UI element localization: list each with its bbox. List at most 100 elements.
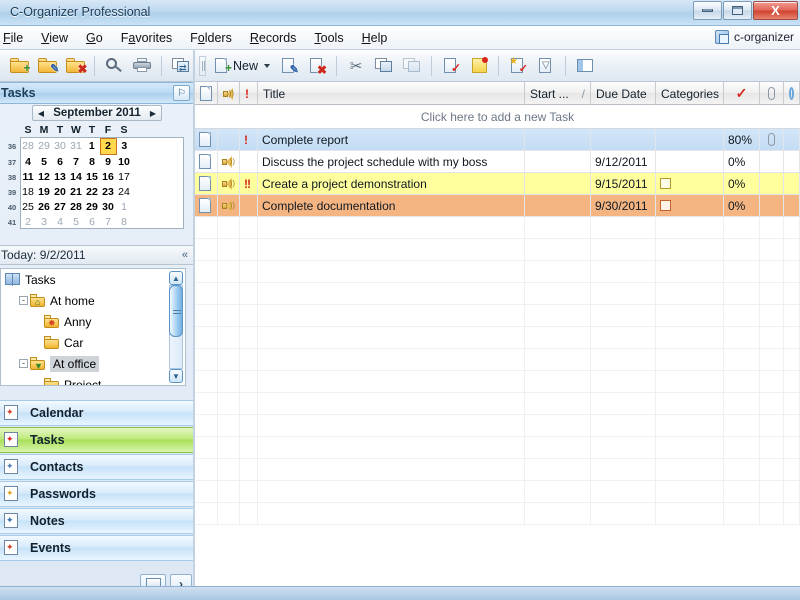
task-cell-start[interactable] (525, 129, 591, 150)
menu-favorites[interactable]: Favorites (112, 28, 181, 48)
sticky-note-button[interactable] (466, 54, 492, 78)
task-cell-doc[interactable] (195, 151, 218, 172)
calendar-day[interactable]: 7 (68, 155, 84, 171)
calendar-day[interactable]: 22 (84, 185, 100, 200)
task-cell-alarm[interactable]: )) (218, 195, 240, 216)
task-cell-due[interactable] (591, 129, 656, 150)
delete-folder-button[interactable]: ✖ (62, 54, 88, 78)
column-header-start[interactable]: Start ... / (525, 82, 591, 105)
empty-row[interactable] (195, 459, 800, 481)
tree-item-project[interactable]: Project (1, 374, 185, 385)
edit-record-button[interactable]: ✎ (276, 54, 302, 78)
copy-button[interactable] (371, 54, 397, 78)
task-cell-categories[interactable] (656, 129, 724, 150)
calendar-day[interactable]: 3 (36, 215, 52, 230)
task-cell-priority[interactable]: ! (240, 129, 258, 150)
task-cell-due[interactable]: 9/12/2011 (591, 151, 656, 172)
task-row[interactable]: )) Complete documentation 9/30/2011 0% (195, 195, 800, 217)
paste-button[interactable] (399, 54, 425, 78)
task-cell-extra[interactable] (784, 173, 800, 194)
scroll-up-button[interactable]: ▲ (169, 271, 183, 285)
column-header-categories[interactable]: Categories (656, 82, 724, 105)
scroll-down-button[interactable]: ▼ (169, 369, 183, 383)
menu-tools[interactable]: Tools (305, 28, 352, 48)
calendar-prev-button[interactable]: ◀ (36, 108, 46, 119)
column-header-due[interactable]: Due Date (591, 82, 656, 105)
calendar-day[interactable]: 28 (20, 139, 36, 155)
calendar-day[interactable]: 17 (116, 170, 132, 185)
calendar-day[interactable]: 5 (36, 155, 52, 171)
calendar-day[interactable]: 26 (36, 200, 52, 215)
task-cell-extra[interactable] (784, 151, 800, 172)
calendar-day[interactable]: 19 (36, 185, 52, 200)
menu-file[interactable]: File (0, 28, 32, 48)
add-new-task-row[interactable]: Click here to add a new Task (195, 105, 800, 129)
task-cell-priority[interactable]: !! (240, 173, 258, 194)
calendar-day[interactable]: 8 (84, 155, 100, 171)
nav-item-passwords[interactable]: ✦ Passwords (0, 481, 195, 507)
menu-view[interactable]: View (32, 28, 77, 48)
calendar-day[interactable]: 15 (84, 170, 100, 185)
calendar-day[interactable]: 16 (100, 170, 116, 185)
calendar-day[interactable]: 8 (116, 215, 132, 230)
close-button[interactable]: X (753, 1, 798, 20)
calendar-next-button[interactable]: ▶ (148, 108, 158, 119)
column-header-attach[interactable] (760, 82, 784, 105)
tree-scrollbar[interactable]: ▲ ▼ (169, 271, 183, 383)
task-cell-doc[interactable] (195, 195, 218, 216)
calendar-day[interactable]: 30 (100, 200, 116, 215)
task-cell-priority[interactable] (240, 151, 258, 172)
calendar-day[interactable]: 6 (52, 155, 68, 171)
column-header-alarm[interactable]: )) (218, 82, 240, 105)
tree-item-car[interactable]: Car (1, 332, 185, 353)
calendar-day[interactable]: 30 (52, 139, 68, 155)
column-header-complete[interactable]: ✓ (724, 82, 760, 105)
cut-button[interactable]: ✂ (343, 54, 369, 78)
task-cell-categories[interactable] (656, 195, 724, 216)
calendar-day[interactable]: 23 (100, 185, 116, 200)
empty-row[interactable] (195, 239, 800, 261)
calendar-day[interactable]: 2 (20, 215, 36, 230)
column-header-priority[interactable]: ! (240, 82, 258, 105)
preview-pane-button[interactable] (572, 54, 598, 78)
calendar-day[interactable]: 9 (100, 155, 116, 171)
calendar-day[interactable]: 12 (36, 170, 52, 185)
task-cell-complete[interactable]: 80% (724, 129, 760, 150)
new-record-button[interactable]: + New (211, 54, 274, 78)
task-cell-categories[interactable] (656, 151, 724, 172)
task-cell-complete[interactable]: 0% (724, 195, 760, 216)
task-cell-priority[interactable] (240, 195, 258, 216)
calendar-day[interactable]: 6 (84, 215, 100, 230)
calendar-month-label[interactable]: September 2011 (53, 107, 141, 119)
tree-item-at-office[interactable]: - ▼ At office (1, 353, 185, 374)
task-cell-due[interactable]: 9/30/2011 (591, 195, 656, 216)
search-button[interactable] (101, 54, 127, 78)
menu-go[interactable]: Go (77, 28, 112, 48)
calendar-day[interactable]: 1 (116, 200, 132, 215)
empty-row[interactable] (195, 349, 800, 371)
empty-row[interactable] (195, 415, 800, 437)
task-cell-start[interactable] (525, 195, 591, 216)
delete-record-button[interactable]: ✖ (304, 54, 330, 78)
task-cell-alarm[interactable]: )) (218, 151, 240, 172)
calendar-day[interactable]: 1 (84, 139, 100, 155)
empty-row[interactable] (195, 437, 800, 459)
tree-item-tasks[interactable]: Tasks (1, 269, 185, 290)
tree-expander[interactable]: - (19, 359, 28, 368)
task-cell-categories[interactable] (656, 173, 724, 194)
calendar-day[interactable]: 11 (20, 170, 36, 185)
calendar-day[interactable]: 18 (20, 185, 36, 200)
column-header-extra[interactable] (784, 82, 800, 105)
calendar-day[interactable]: 24 (116, 185, 132, 200)
empty-row[interactable] (195, 393, 800, 415)
task-cell-doc[interactable] (195, 129, 218, 150)
empty-row[interactable] (195, 481, 800, 503)
task-cell-attach[interactable] (760, 195, 784, 216)
calendar-day[interactable]: 14 (68, 170, 84, 185)
task-cell-due[interactable]: 9/15/2011 (591, 173, 656, 194)
tree-item-anny[interactable]: ✸ Anny (1, 311, 185, 332)
minimize-button[interactable] (693, 1, 722, 20)
calendar-day[interactable]: 13 (52, 170, 68, 185)
calendar-day[interactable]: 5 (68, 215, 84, 230)
calendar-day[interactable]: 4 (52, 215, 68, 230)
